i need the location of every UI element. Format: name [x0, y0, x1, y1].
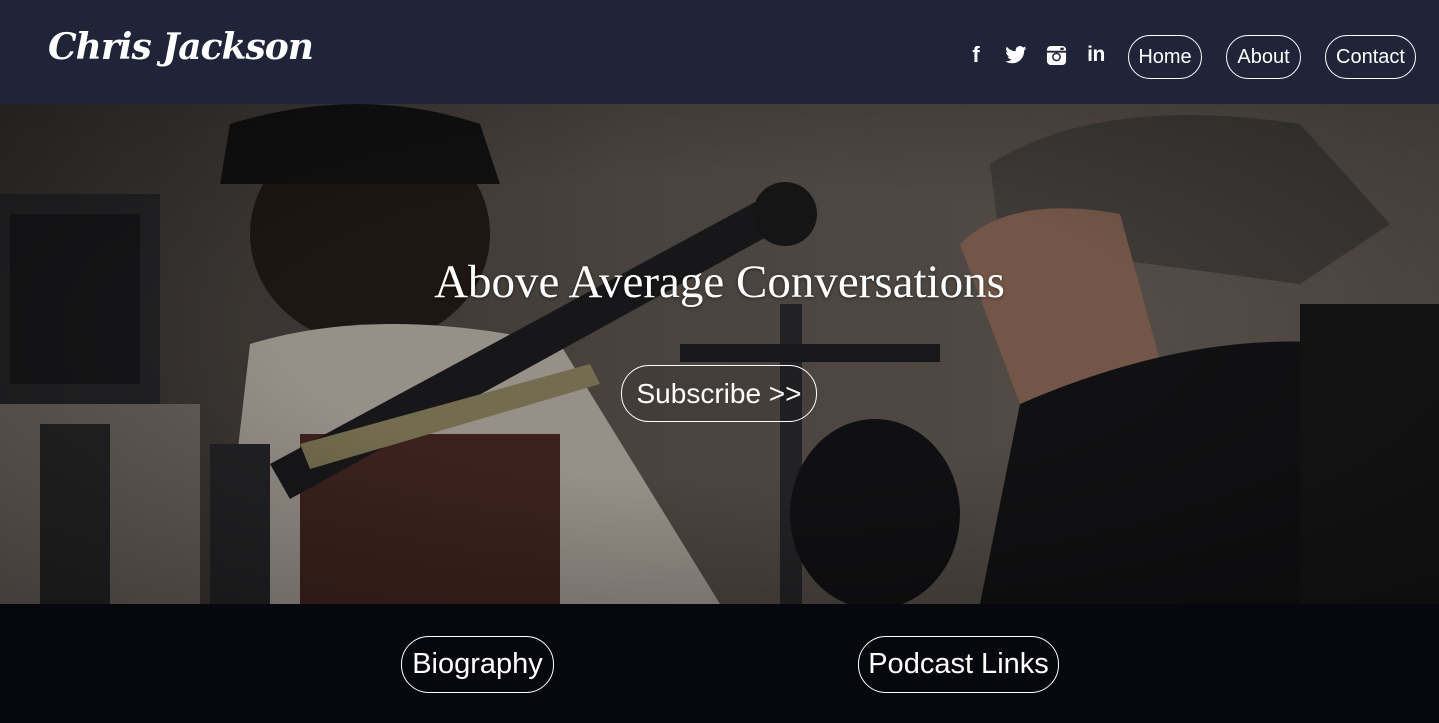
linkedin-icon[interactable]: in [1083, 42, 1109, 68]
nav-home-button[interactable]: Home [1128, 35, 1202, 79]
top-navbar: Chris Jackson f in Home About Contact [0, 0, 1439, 104]
brand-logo-text[interactable]: Chris Jackson [48, 26, 314, 68]
nav-contact-button[interactable]: Contact [1325, 35, 1416, 79]
instagram-camera-shape [1046, 45, 1066, 65]
linkedin-glyph: in [1087, 43, 1105, 66]
instagram-icon[interactable] [1043, 42, 1069, 68]
twitter-bird-shape [1005, 46, 1027, 64]
hero-title: Above Average Conversations [434, 256, 1005, 308]
twitter-icon[interactable] [1003, 42, 1029, 68]
facebook-icon[interactable]: f [963, 42, 989, 68]
footer-links-bar: Biography Podcast Links [0, 604, 1439, 723]
hero-background-photo [0, 104, 1439, 604]
biography-button[interactable]: Biography [401, 636, 554, 693]
nav-about-button[interactable]: About [1226, 35, 1301, 79]
hero-banner: Above Average Conversations Subscribe >> [0, 104, 1439, 604]
subscribe-button[interactable]: Subscribe >> [621, 365, 817, 422]
podcast-links-button[interactable]: Podcast Links [858, 636, 1059, 693]
facebook-glyph: f [972, 42, 980, 67]
